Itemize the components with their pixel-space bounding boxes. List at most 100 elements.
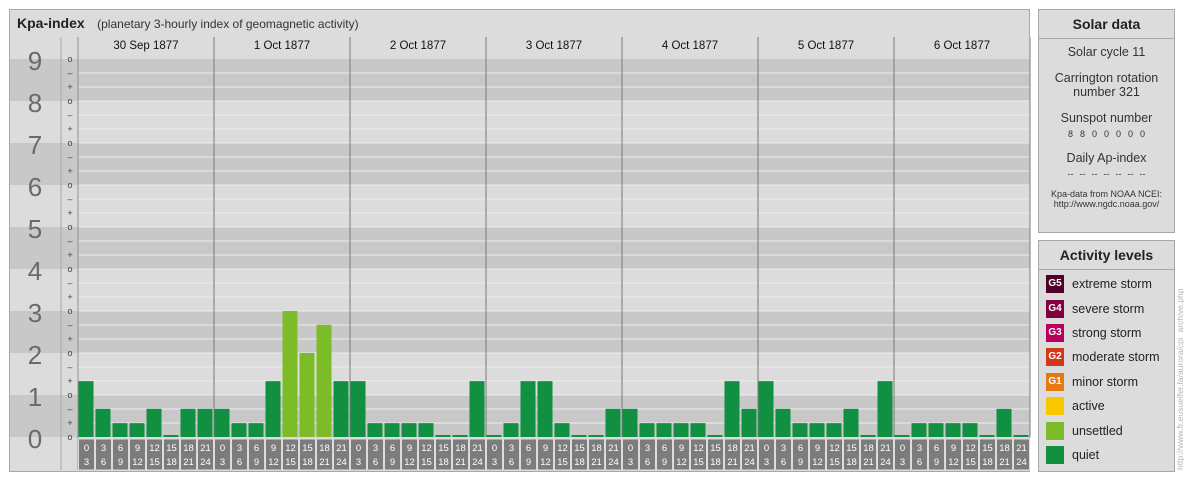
- interval-start-label: 0: [628, 443, 633, 454]
- activity-level-swatch: G4: [1046, 299, 1064, 318]
- y-subtick-label: o: [67, 180, 72, 190]
- activity-level-swatch: G1: [1046, 372, 1064, 391]
- kp-bar: [180, 408, 196, 437]
- interval-start-label: 18: [863, 443, 874, 454]
- y-subtick-label: o: [67, 432, 72, 442]
- ap-value: --: [1079, 169, 1086, 179]
- interval-start-label: 0: [84, 443, 89, 454]
- y-subtick-label: +: [67, 208, 72, 218]
- kp-bar: [129, 423, 145, 437]
- interval-start-label: 6: [662, 443, 667, 454]
- interval-end-label: 18: [846, 457, 857, 468]
- day-label: 6 Oct 1877: [934, 40, 990, 52]
- sunspot-number-label: Sunspot number: [1060, 111, 1153, 125]
- interval-end-label: 18: [574, 457, 585, 468]
- interval-end-label: 3: [628, 457, 633, 468]
- y-tick-label: 9: [28, 46, 42, 76]
- kp-bar: [571, 435, 587, 437]
- activity-level-item: G5 extreme storm: [1039, 272, 1174, 296]
- activity-level-label: strong storm: [1072, 325, 1142, 340]
- level-band: [10, 185, 1030, 227]
- kp-bar: [605, 408, 621, 437]
- carrington-rotation-label: Carrington rotation: [1054, 71, 1159, 85]
- activity-levels-header: Activity levels: [1039, 241, 1174, 270]
- kp-bar: [877, 381, 893, 437]
- level-band: [10, 395, 1030, 437]
- interval-end-label: 18: [438, 457, 449, 468]
- y-subtick-label: o: [67, 54, 72, 64]
- day-label: 4 Oct 1877: [662, 40, 718, 52]
- interval-end-label: 21: [319, 457, 330, 468]
- interval-start-label: 0: [900, 443, 905, 454]
- interval-end-label: 15: [965, 457, 976, 468]
- activity-level-label: extreme storm: [1072, 277, 1152, 292]
- interval-start-label: 3: [781, 443, 786, 454]
- kp-bar: [673, 423, 689, 437]
- interval-start-label: 21: [472, 443, 483, 454]
- y-subtick-label: +: [67, 250, 72, 260]
- y-subtick-label: o: [67, 138, 72, 148]
- interval-start-label: 9: [271, 443, 276, 454]
- interval-start-label: 0: [356, 443, 361, 454]
- kp-bar: [622, 408, 638, 437]
- interval-end-label: 6: [645, 457, 650, 468]
- kp-bar: [639, 423, 655, 437]
- solar-data-header: Solar data: [1039, 10, 1174, 39]
- sunspot-value: 0: [1140, 129, 1146, 139]
- kp-bar: [231, 423, 247, 437]
- interval-end-label: 3: [356, 457, 361, 468]
- y-subtick-label: o: [67, 390, 72, 400]
- source-link[interactable]: http://www.ngdc.noaa.gov/: [1039, 199, 1174, 209]
- activity-level-item: G2 moderate storm: [1039, 345, 1174, 369]
- activity-level-label: quiet: [1072, 447, 1100, 462]
- y-subtick-label: –: [67, 320, 72, 330]
- interval-end-label: 18: [302, 457, 313, 468]
- kp-bar: [214, 408, 230, 437]
- kp-bar: [316, 324, 332, 437]
- level-band: [10, 101, 1030, 143]
- y-subtick-label: +: [67, 166, 72, 176]
- interval-end-label: 24: [880, 457, 891, 468]
- kp-bar: [809, 423, 825, 437]
- level-band: [10, 143, 1030, 185]
- kp-bar: [418, 423, 434, 437]
- interval-start-label: 18: [591, 443, 602, 454]
- interval-end-label: 9: [662, 457, 667, 468]
- interval-start-label: 12: [557, 443, 568, 454]
- interval-end-label: 21: [591, 457, 602, 468]
- y-subtick-label: +: [67, 418, 72, 428]
- kp-bar: [690, 423, 706, 437]
- activity-level-item: quiet: [1039, 443, 1174, 467]
- y-subtick-label: +: [67, 124, 72, 134]
- interval-end-label: 21: [727, 457, 738, 468]
- kp-bar: [248, 423, 264, 437]
- activity-level-label: minor storm: [1072, 374, 1138, 389]
- interval-start-label: 9: [407, 443, 412, 454]
- interval-start-label: 18: [999, 443, 1010, 454]
- interval-start-label: 15: [166, 443, 177, 454]
- kp-bar: [843, 408, 859, 437]
- interval-start-label: 9: [135, 443, 140, 454]
- activity-levels-panel: Activity levels G5 extreme storm G4 severe …: [1038, 240, 1175, 472]
- interval-start-label: 0: [492, 443, 497, 454]
- interval-end-label: 9: [526, 457, 531, 468]
- interval-end-label: 6: [781, 457, 786, 468]
- interval-start-label: 0: [220, 443, 225, 454]
- interval-end-label: 9: [798, 457, 803, 468]
- interval-start-label: 3: [237, 443, 242, 454]
- interval-start-label: 6: [254, 443, 259, 454]
- interval-end-label: 12: [404, 457, 415, 468]
- interval-start-label: 3: [509, 443, 514, 454]
- interval-start-label: 21: [744, 443, 755, 454]
- sunspot-value: 8: [1079, 129, 1085, 139]
- interval-end-label: 24: [472, 457, 483, 468]
- interval-end-label: 15: [149, 457, 160, 468]
- kp-bar: [163, 435, 179, 437]
- activity-level-item: G1 minor storm: [1039, 370, 1174, 394]
- interval-start-label: 18: [455, 443, 466, 454]
- activity-level-list: G5 extreme storm G4 severe storm G3 strong st…: [1039, 270, 1174, 467]
- kp-bar: [588, 435, 604, 437]
- carrington-rotation-number: number 321: [1073, 85, 1140, 99]
- interval-start-label: 21: [608, 443, 619, 454]
- interval-end-label: 3: [764, 457, 769, 468]
